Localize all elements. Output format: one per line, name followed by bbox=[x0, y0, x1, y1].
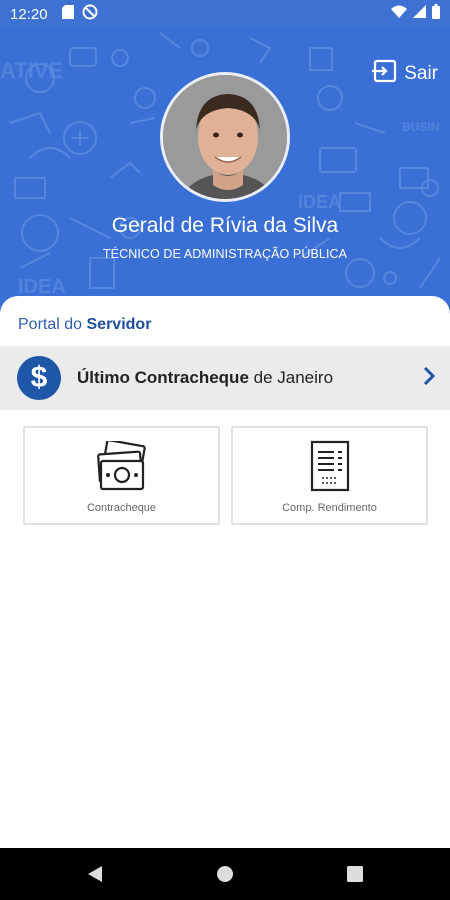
last-paycheck-label: Último Contracheque bbox=[77, 368, 249, 387]
svg-text:BUSIN: BUSIN bbox=[402, 120, 439, 134]
logout-label: Sair bbox=[404, 63, 438, 84]
dollar-icon: $ bbox=[17, 356, 61, 400]
logout-icon bbox=[372, 58, 398, 90]
status-time: 12:20 bbox=[10, 5, 48, 23]
signal-icon bbox=[413, 5, 426, 23]
tile-contracheque[interactable]: Contracheque bbox=[23, 426, 220, 525]
do-not-disturb-icon bbox=[82, 4, 98, 25]
tiles-grid: Contracheque Comp. Rendimento bbox=[23, 426, 428, 525]
system-nav-bar bbox=[0, 848, 450, 900]
main-card: Portal do Servidor $ Último Contracheque… bbox=[0, 296, 450, 848]
svg-text:IDEA: IDEA bbox=[18, 276, 66, 298]
sd-card-icon bbox=[61, 4, 74, 24]
profile-header: ATIVE IDEA IDEA BUSIN Sair Gerald de Rív… bbox=[0, 28, 450, 320]
svg-text:ATIVE: ATIVE bbox=[0, 58, 63, 83]
last-paycheck-month: de Janeiro bbox=[253, 368, 334, 387]
tile-contracheque-label: Contracheque bbox=[86, 502, 157, 514]
home-icon bbox=[217, 866, 233, 882]
user-role: TÉCNICO DE ADMINISTRAÇÃO PÚBLICA bbox=[102, 247, 348, 261]
logout-button[interactable]: Sair bbox=[372, 58, 438, 90]
back-icon bbox=[88, 866, 102, 882]
battery-icon bbox=[432, 4, 440, 24]
chevron-right-icon bbox=[422, 365, 436, 392]
tile-comp-rendimento-label: Comp. Rendimento bbox=[282, 502, 377, 514]
svg-text:IDEA: IDEA bbox=[298, 192, 341, 212]
portal-title-bold: Servidor bbox=[86, 316, 152, 333]
user-name: Gerald de Rívia da Silva bbox=[111, 214, 339, 237]
avatar bbox=[160, 72, 290, 202]
tile-comp-rendimento[interactable]: Comp. Rendimento bbox=[231, 426, 428, 525]
money-icon bbox=[95, 440, 149, 492]
recents-button[interactable] bbox=[340, 859, 370, 889]
home-button[interactable] bbox=[210, 859, 240, 889]
last-paycheck-text: Último Contracheque de Janeiro bbox=[77, 368, 333, 388]
status-bar: 12:20 bbox=[0, 0, 450, 28]
document-icon bbox=[308, 440, 352, 492]
last-paycheck-row[interactable]: $ Último Contracheque de Janeiro bbox=[0, 346, 450, 410]
dollar-symbol: $ bbox=[30, 361, 48, 394]
wifi-icon bbox=[391, 5, 407, 23]
recents-icon bbox=[347, 866, 363, 882]
portal-title: Portal do Servidor bbox=[18, 316, 151, 334]
back-button[interactable] bbox=[80, 859, 110, 889]
portal-title-prefix: Portal do bbox=[18, 316, 83, 333]
